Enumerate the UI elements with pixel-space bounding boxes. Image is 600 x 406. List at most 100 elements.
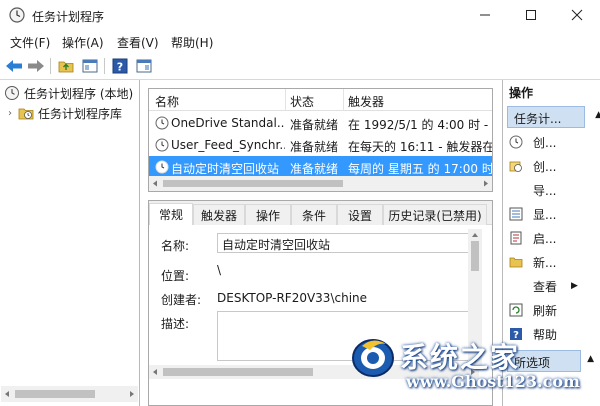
task-clock-icon [155, 160, 169, 174]
actions-group-header[interactable]: 任务计... ▲ [507, 106, 600, 128]
action-label: 创... [533, 159, 557, 174]
location-value: \ [217, 263, 222, 277]
import-icon [509, 183, 523, 197]
list-horizontal-scrollbar[interactable] [149, 176, 492, 191]
collapse-arrow-icon: ▲ [595, 110, 600, 120]
action-label: 创... [533, 135, 557, 150]
tab-general[interactable]: 常规 [149, 203, 193, 225]
action-label: 显... [533, 207, 557, 222]
forward-button[interactable] [26, 56, 46, 76]
column-header-trigger[interactable]: 触发器 [348, 93, 384, 110]
close-button[interactable] [554, 0, 600, 30]
title-bar: 任务计划程序 [0, 0, 600, 32]
menu-help[interactable]: 帮助(H) [171, 34, 213, 51]
toolbar-separator [104, 58, 105, 74]
watermark-url: www.Ghost123.com [406, 372, 580, 391]
folder-clock-icon [18, 108, 34, 120]
action-display-running[interactable]: 显... [509, 204, 556, 224]
task-clock-icon [155, 138, 169, 152]
action-create-basic-task[interactable]: 创... [509, 132, 556, 152]
tree-item-label: 任务计划程序库 [38, 106, 123, 121]
maximize-button[interactable] [508, 0, 554, 30]
task-trigger: 在 1992/5/1 的 4:00 时 - 触 [348, 118, 492, 132]
view-icon [509, 279, 523, 293]
name-label: 名称: [161, 239, 190, 253]
svg-text:?: ? [117, 61, 123, 74]
enable-history-icon [510, 231, 522, 245]
forward-arrow-icon [28, 60, 44, 72]
tab-history[interactable]: 历史记录(已禁用) [383, 204, 487, 225]
author-label: 创建者: [161, 293, 202, 307]
menu-action[interactable]: 操作(A) [62, 34, 104, 51]
action-label: 查看 [533, 279, 558, 294]
task-status: 准备就绪 [290, 118, 339, 132]
logo-icon [352, 339, 394, 377]
task-status: 准备就绪 [290, 162, 339, 176]
minimize-button[interactable] [462, 0, 508, 30]
display-running-icon [509, 207, 523, 221]
maximize-icon [526, 10, 536, 20]
action-enable-history[interactable]: 启... [509, 228, 556, 248]
show-hide-action-pane-icon [136, 59, 152, 73]
new-folder-icon [509, 257, 523, 268]
actions-header: 操作 [509, 86, 534, 100]
menu-view[interactable]: 查看(V) [117, 34, 159, 51]
close-icon [571, 9, 583, 21]
back-button[interactable] [4, 56, 24, 76]
description-label: 描述: [161, 317, 190, 331]
menu-bar: 文件(F) 操作(A) 查看(V) 帮助(H) [0, 32, 600, 52]
table-row[interactable]: OneDrive Standal... 准备就绪 在 1992/5/1 的 4:… [149, 112, 492, 134]
actions-group-label: 任务计... [514, 112, 562, 126]
table-row-selected[interactable]: 自动定时清空回收站 准备就绪 每周的 星期五 的 17:00 时 [149, 156, 492, 178]
show-hide-tree-icon [82, 59, 98, 73]
action-create-task[interactable]: 创... [509, 156, 556, 176]
create-task-icon [509, 161, 522, 172]
create-basic-task-icon [509, 135, 523, 149]
tree-item-label: 任务计划程序 (本地) [24, 86, 134, 101]
tree-item-library[interactable]: › 任务计划程序库 [8, 104, 122, 122]
toolbar: ? [0, 52, 600, 80]
scrollbar-track [5, 390, 134, 398]
list-header: 名称 状态 触发器 [149, 89, 492, 111]
toolbar-separator [50, 58, 51, 74]
tab-actions[interactable]: 操作 [245, 204, 291, 225]
folder-up-button[interactable] [56, 56, 76, 76]
action-new-folder[interactable]: 新... [509, 252, 556, 272]
task-list: 名称 状态 触发器 OneDrive Standal... 准备就绪 在 199… [148, 88, 493, 192]
menu-file[interactable]: 文件(F) [10, 34, 50, 51]
action-label: 刷新 [533, 303, 558, 318]
folder-up-icon [58, 61, 74, 73]
action-import[interactable]: 导... [509, 180, 556, 200]
help-button[interactable]: ? [110, 56, 130, 76]
action-label: 启... [533, 231, 557, 246]
task-clock-icon [155, 116, 169, 130]
task-name: 自动定时清空回收站 [171, 162, 280, 176]
watermark-brand: 系统之家 [400, 341, 521, 374]
tab-triggers[interactable]: 触发器 [193, 204, 245, 225]
action-refresh[interactable]: 刷新 [509, 300, 557, 320]
show-hide-tree-button[interactable] [80, 56, 100, 76]
tree-item-root[interactable]: 任务计划程序 (本地) [4, 84, 133, 102]
tree-horizontal-scrollbar[interactable] [1, 386, 138, 402]
clock-icon [5, 86, 19, 100]
task-status: 准备就绪 [290, 140, 339, 154]
column-header-status[interactable]: 状态 [290, 93, 314, 110]
table-row[interactable]: User_Feed_Synchr... 准备就绪 在每天的 16:11 - 触发… [149, 134, 492, 156]
task-trigger: 每周的 星期五 的 17:00 时 [348, 162, 492, 176]
submenu-arrow-icon: ▶ [571, 281, 578, 291]
tab-conditions[interactable]: 条件 [291, 204, 337, 225]
author-value: DESKTOP-RF20V33\chine [217, 291, 368, 305]
column-header-name[interactable]: 名称 [155, 93, 179, 110]
action-view[interactable]: 查看 ▶ [509, 276, 578, 296]
tab-settings[interactable]: 设置 [337, 204, 383, 225]
location-label: 位置: [161, 269, 190, 283]
minimize-icon [480, 14, 490, 16]
action-label: 导... [533, 183, 557, 198]
column-divider [285, 89, 286, 111]
action-label: 新... [533, 255, 557, 270]
scrollbar-track [153, 180, 488, 187]
help-icon: ? [112, 58, 128, 74]
navigation-tree: 任务计划程序 (本地) › 任务计划程序库 [0, 80, 140, 406]
name-field[interactable]: 自动定时清空回收站 [217, 233, 473, 253]
show-hide-action-pane-button[interactable] [134, 56, 154, 76]
